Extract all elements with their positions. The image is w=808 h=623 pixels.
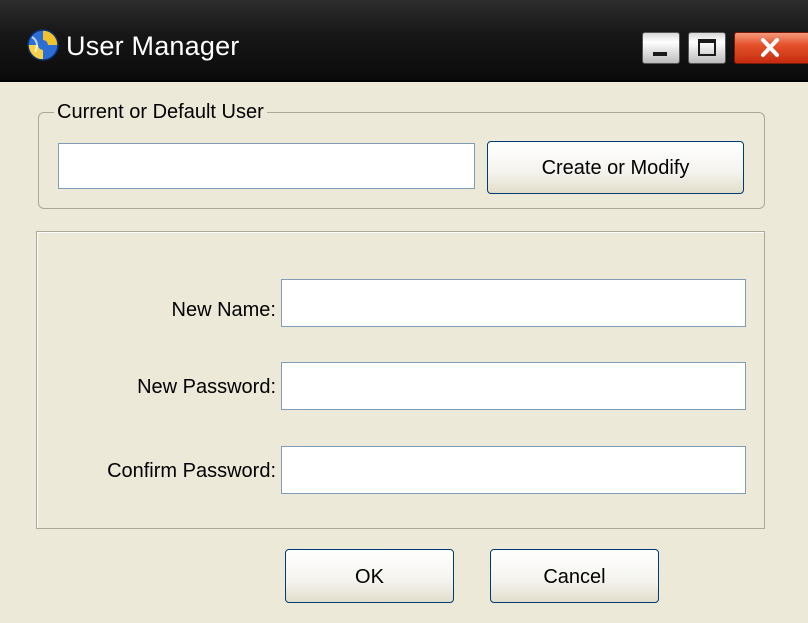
user-manager-window: User Manager Current or Default User Cre…: [0, 0, 808, 623]
new-name-label: New Name:: [171, 299, 276, 321]
new-name-input[interactable]: [281, 279, 746, 327]
create-or-modify-button[interactable]: Create or Modify: [487, 141, 744, 194]
minimize-button[interactable]: [642, 32, 680, 64]
window-title: User Manager: [66, 31, 240, 61]
confirm-password-input[interactable]: [281, 446, 746, 494]
maximize-button[interactable]: [688, 32, 726, 64]
app-globe-icon: [26, 28, 60, 62]
new-password-label: New Password:: [137, 376, 276, 398]
current-user-input[interactable]: [58, 143, 475, 189]
current-user-group-label: Current or Default User: [54, 100, 267, 124]
title-bar[interactable]: User Manager: [0, 0, 808, 82]
ok-button[interactable]: OK: [285, 549, 454, 603]
new-password-input[interactable]: [281, 362, 746, 410]
close-button[interactable]: [734, 32, 808, 64]
confirm-password-label: Confirm Password:: [107, 460, 276, 482]
cancel-button[interactable]: Cancel: [490, 549, 659, 603]
